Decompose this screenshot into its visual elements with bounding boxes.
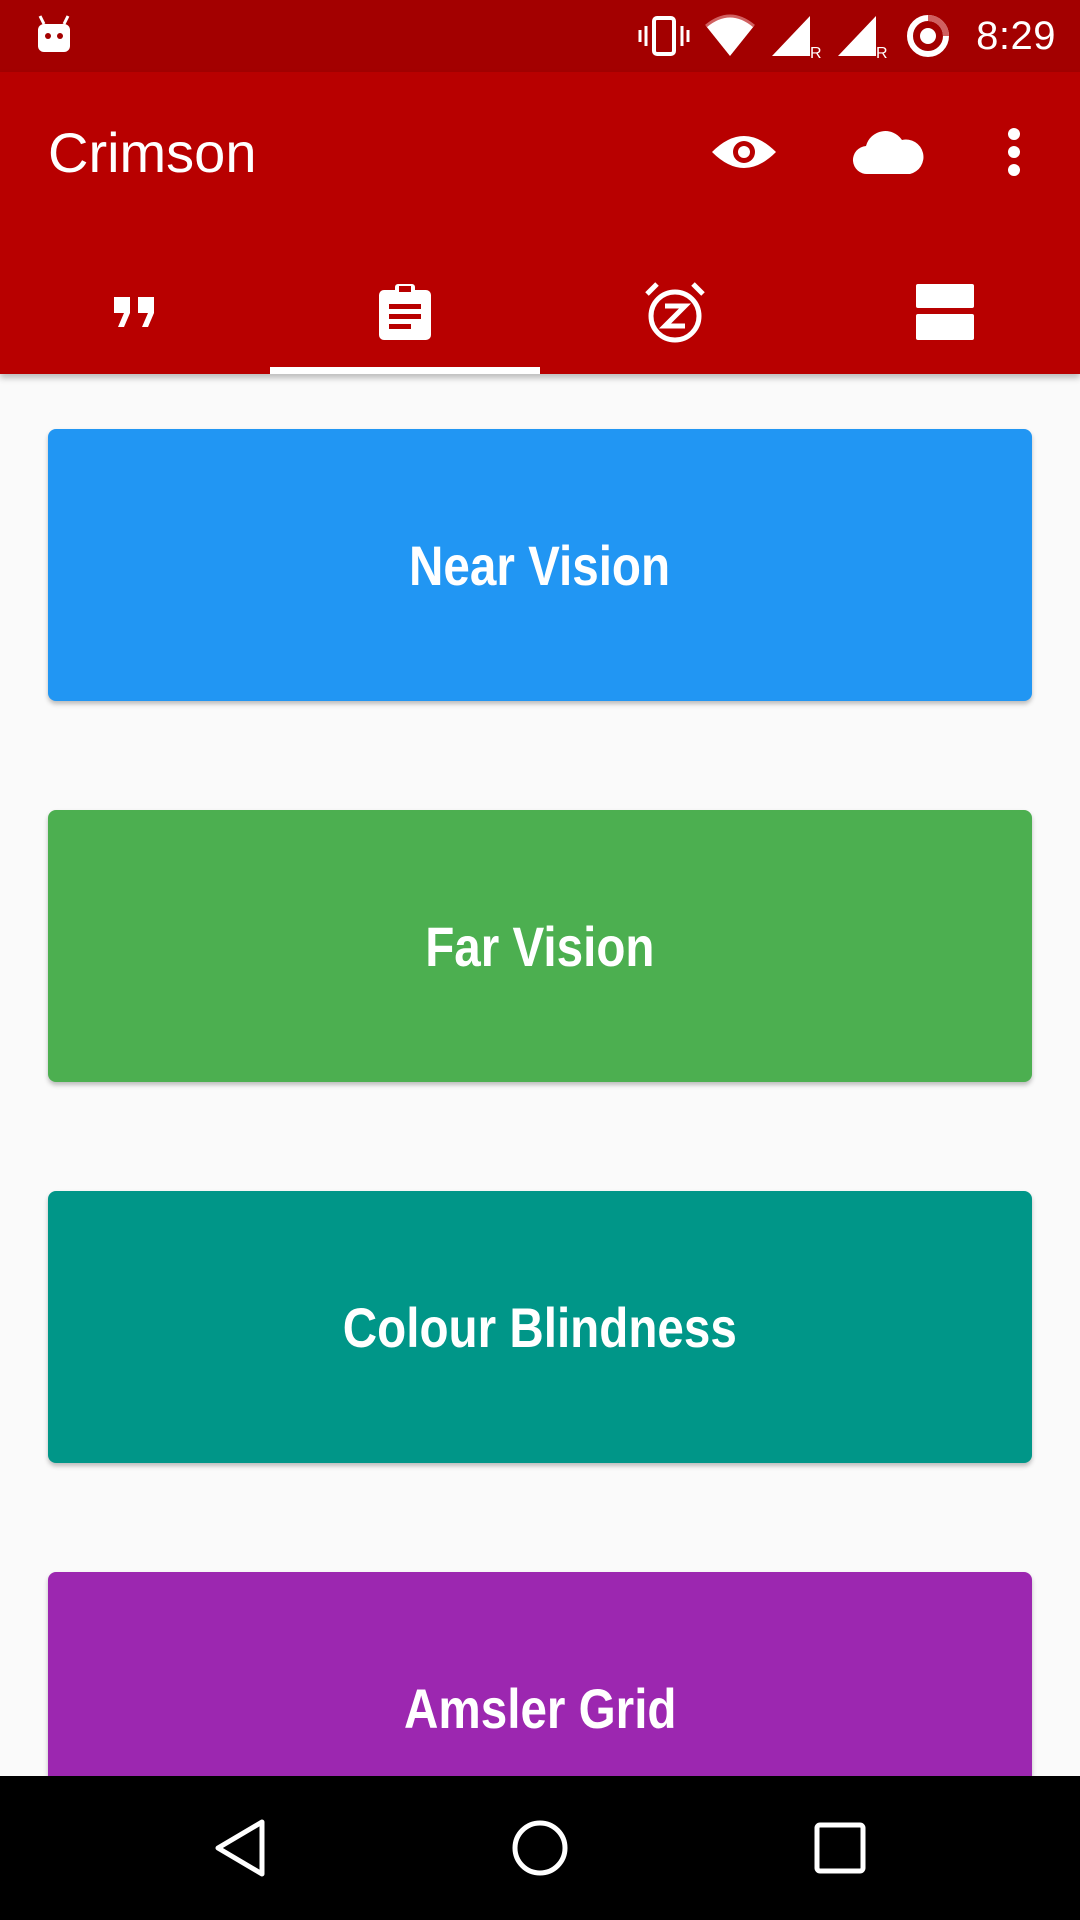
tab-selected-indicator	[270, 367, 540, 374]
cloud-button[interactable]	[848, 112, 928, 192]
app-bar: Crimson	[0, 72, 1080, 374]
far-vision-button[interactable]: Far Vision	[48, 810, 1032, 1082]
tab-bar	[0, 250, 1080, 374]
tab-tests[interactable]	[270, 250, 540, 374]
home-button[interactable]	[498, 1806, 582, 1890]
near-vision-button[interactable]: Near Vision	[48, 429, 1032, 701]
signal-r-icon: R	[838, 16, 888, 60]
vibrate-icon	[638, 16, 690, 56]
amsler-grid-button[interactable]: Amsler Grid	[48, 1572, 1032, 1776]
card-label: Near Vision	[409, 533, 671, 597]
split-view-icon	[916, 284, 974, 340]
tab-quotes[interactable]	[0, 250, 270, 374]
tab-reminders[interactable]	[540, 250, 810, 374]
recents-icon	[814, 1822, 866, 1874]
card-label: Amsler Grid	[403, 1676, 677, 1740]
snooze-alarm-icon	[645, 282, 705, 343]
system-nav-bar	[0, 1776, 1080, 1920]
card-label: Colour Blindness	[342, 1295, 738, 1359]
back-button[interactable]	[198, 1806, 282, 1890]
wifi-icon	[705, 14, 756, 56]
colour-blindness-button[interactable]: Colour Blindness	[48, 1191, 1032, 1463]
more-options-button[interactable]	[974, 112, 1054, 192]
tab-split[interactable]	[810, 250, 1080, 374]
card-label: Far Vision	[425, 914, 655, 978]
test-list: Near Vision Far Vision Colour Blindness …	[0, 374, 1080, 1776]
signal-r-icon: R	[772, 16, 822, 60]
back-icon	[215, 1819, 265, 1877]
app-title: Crimson	[48, 121, 257, 184]
more-vert-icon	[1008, 128, 1020, 176]
cloud-icon	[852, 131, 924, 175]
eye-icon	[712, 136, 776, 168]
quote-icon	[114, 297, 154, 327]
svg-text:R: R	[810, 45, 822, 60]
eye-button[interactable]	[704, 112, 784, 192]
status-bar: R R 8:29	[0, 0, 1080, 72]
status-time: 8:29	[976, 13, 1056, 58]
clipboard-icon	[379, 284, 431, 340]
svg-text:R: R	[876, 45, 888, 60]
home-icon	[512, 1820, 568, 1876]
android-debug-icon	[38, 15, 70, 52]
sync-icon	[907, 15, 950, 57]
recents-button[interactable]	[798, 1806, 882, 1890]
